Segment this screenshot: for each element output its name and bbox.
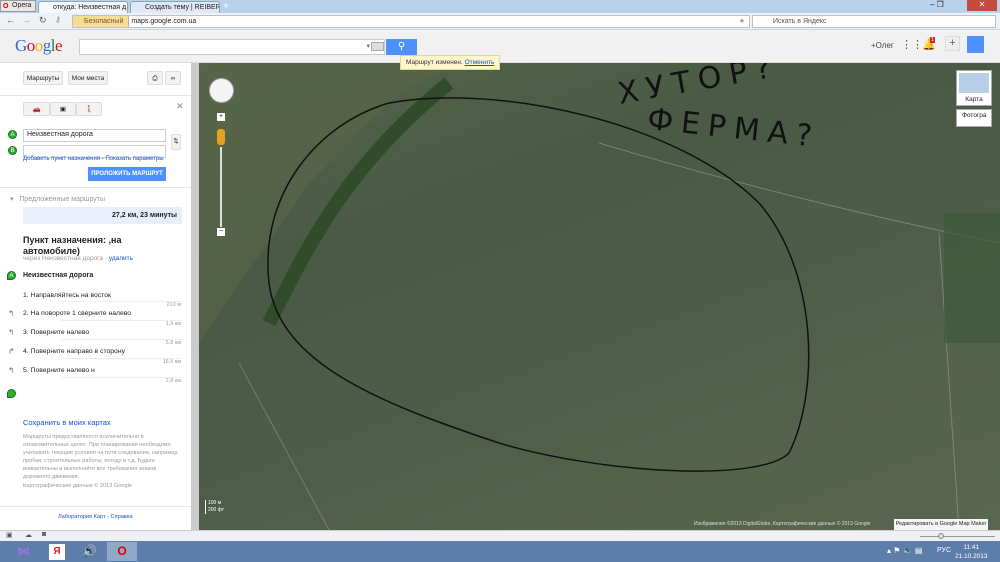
suggested-routes-toggle[interactable]: ▾ Предложенные маршруты [10,195,105,203]
share-plus-button[interactable]: + [945,36,960,51]
google-header: Google ▾ ⚲ +Олег ⋮⋮ 🔔 1 + [0,30,1000,63]
camera-icon[interactable]: ◙ [42,531,46,538]
tab-google-maps[interactable]: откуда: Неизвестная д... [38,1,128,13]
zoom-out-button[interactable]: − [217,228,225,236]
step-distance: 1,9 км [61,320,181,327]
step-4[interactable]: 4. Поверните направо в сторону [23,348,181,355]
back-icon[interactable]: ← [6,15,15,25]
map-imagery [199,63,1000,530]
delete-link[interactable]: удалить [109,255,133,262]
from-input[interactable]: Неизвестная дорога [23,129,166,142]
keyboard-icon[interactable] [371,42,384,51]
route-changed-toast: Маршрут изменен. Отменить [400,55,500,70]
media-player-icon[interactable]: 🔊 [78,542,101,561]
start-name: Неизвестная дорога [23,272,94,279]
user-link[interactable]: +Олег [871,41,894,50]
route-option[interactable]: 27,2 км, 23 минуты [23,207,182,224]
window-minimize-button[interactable]: – ❐ [930,0,944,9]
link-button[interactable]: ∞ [165,71,181,85]
undo-link[interactable]: Отменить [465,59,495,66]
zoom-slider[interactable] [220,147,222,227]
search-button[interactable]: ⚲ [386,39,417,55]
notification-count-badge: 1 [930,37,935,43]
opera-status-bar: ▣ ☁ ◙ [0,530,1000,541]
opera-menu-button[interactable]: Opera O [0,0,36,12]
step-3[interactable]: 3. Поверните налево [23,329,181,336]
tray-icons[interactable]: ▴ ⚑ 🔈 ▤ [887,546,922,555]
add-destination-link[interactable]: Добавить пункт назначения [23,156,100,162]
address-bar-row: ← → ↻ ⚷ Безопасный maps.google.com.ua ★ И… [0,13,1000,30]
key-icon: ⚷ [55,15,61,24]
scale-bar: 100 м 200 фт [205,500,224,514]
close-icon[interactable]: ✕ [176,101,184,112]
apps-grid-icon[interactable]: ⋮⋮ [901,38,923,51]
opera-icon: O [3,3,9,10]
turn-left-icon: ↰ [8,309,15,318]
security-badge: Безопасный [73,16,130,27]
bookmark-star-icon[interactable]: ★ [739,16,745,27]
map-maker-edit-link[interactable]: Редактировать в Google Map Maker [894,519,988,530]
marker-a-icon: A [8,130,17,139]
mode-walk-button[interactable]: 🚶 [76,102,102,116]
reload-icon[interactable]: ↻ [39,15,47,26]
directions-panel: Маршруты Мои места ⎙ ∞ 🚗 ▣ 🚶 ✕ A Неизвес… [0,63,199,530]
page-zoom-slider[interactable] [920,533,995,539]
step-distance: 2,8 км [61,377,181,384]
marker-b-icon: B [8,146,17,155]
map-type-map-button[interactable]: Карта [956,70,992,106]
mode-car-button[interactable]: 🚗 [23,102,50,116]
opera-taskbar-icon[interactable]: O [107,542,137,561]
search-icon: ⚲ [397,41,406,52]
forward-icon[interactable]: → [22,15,31,25]
step-distance: 210 м [61,301,181,308]
hand-drawn-circle [267,97,810,472]
url-input[interactable]: Безопасный maps.google.com.ua ★ [72,15,750,28]
yandex-search-input[interactable]: Искать в Яндекс [752,15,996,28]
print-button[interactable]: ⎙ [147,71,163,85]
tab-my-places[interactable]: Мои места [68,71,108,85]
start-marker-icon: A [7,271,16,280]
labs-help-links[interactable]: Лаборатория Карт - Справка [58,514,132,520]
turn-left-icon: ↰ [8,328,15,337]
pan-control[interactable] [209,78,234,103]
end-marker-icon [7,389,16,398]
zoom-in-button[interactable]: + [217,113,225,121]
tab-create-topic[interactable]: Создать тему | REIBER... [130,1,220,13]
step-5[interactable]: 5. Поверните налево н [23,367,181,374]
pegman-icon[interactable] [217,129,225,145]
language-indicator[interactable]: РУС [937,547,951,554]
visual-studio-icon[interactable]: ⋈ [12,542,35,561]
step-distance: 16,5 км [61,358,181,365]
swap-icon[interactable]: ⇅ [171,134,181,150]
step-1[interactable]: 1. Направляйтесь на восток [23,292,181,299]
windows-taskbar: ⋈ Я 🔊 O ▴ ⚑ 🔈 ▤ РУС 11:41 21.10.2013 [0,541,1000,562]
build-route-button[interactable]: ПРОЛОЖИТЬ МАРШРУТ [88,167,166,181]
window-close-button[interactable]: ✕ [967,0,997,11]
maps-search-input[interactable]: ▾ [79,39,385,55]
satellite-map[interactable]: ХУТОР? ФЕРМА? + − Карта Фотогра 100 м 200… [199,63,1000,530]
show-params-link[interactable]: Показать параметры [105,156,163,162]
avatar[interactable] [967,36,984,53]
disclaimer: Маршруты предоставляются исключительно в… [23,434,178,480]
mode-transit-button[interactable]: ▣ [50,102,76,116]
turn-right-icon: ↱ [8,347,15,356]
browser-tab-bar: Opera O откуда: Неизвестная д... Создать … [0,0,1000,13]
save-to-my-maps-link[interactable]: Сохранить в моих картах [23,418,111,427]
map-data-credit: Картографические данные © 2013 Google [23,483,132,489]
panel-toggle-icon[interactable]: ▣ [6,531,13,539]
new-tab-button[interactable]: + [223,1,229,12]
turn-left-icon: ↰ [8,366,15,375]
yandex-browser-icon[interactable]: Я [49,544,65,560]
step-distance: 5,8 км [61,339,181,346]
google-logo[interactable]: Google [15,36,63,56]
clock[interactable]: 11:41 21.10.2013 [955,543,988,561]
turbo-icon[interactable]: ☁ [25,531,32,539]
attribution: Изображения ©2013 DigitalGlobe, Картогра… [694,521,871,527]
panel-scrollbar[interactable] [191,63,198,530]
destination-title: Пункт назначения: ,на автомобиле) [23,235,122,256]
step-2[interactable]: 2. На повороте 1 сверните налево [23,310,181,317]
tab-routes[interactable]: Маршруты [23,71,63,85]
map-type-photo-button[interactable]: Фотогра [956,109,992,127]
